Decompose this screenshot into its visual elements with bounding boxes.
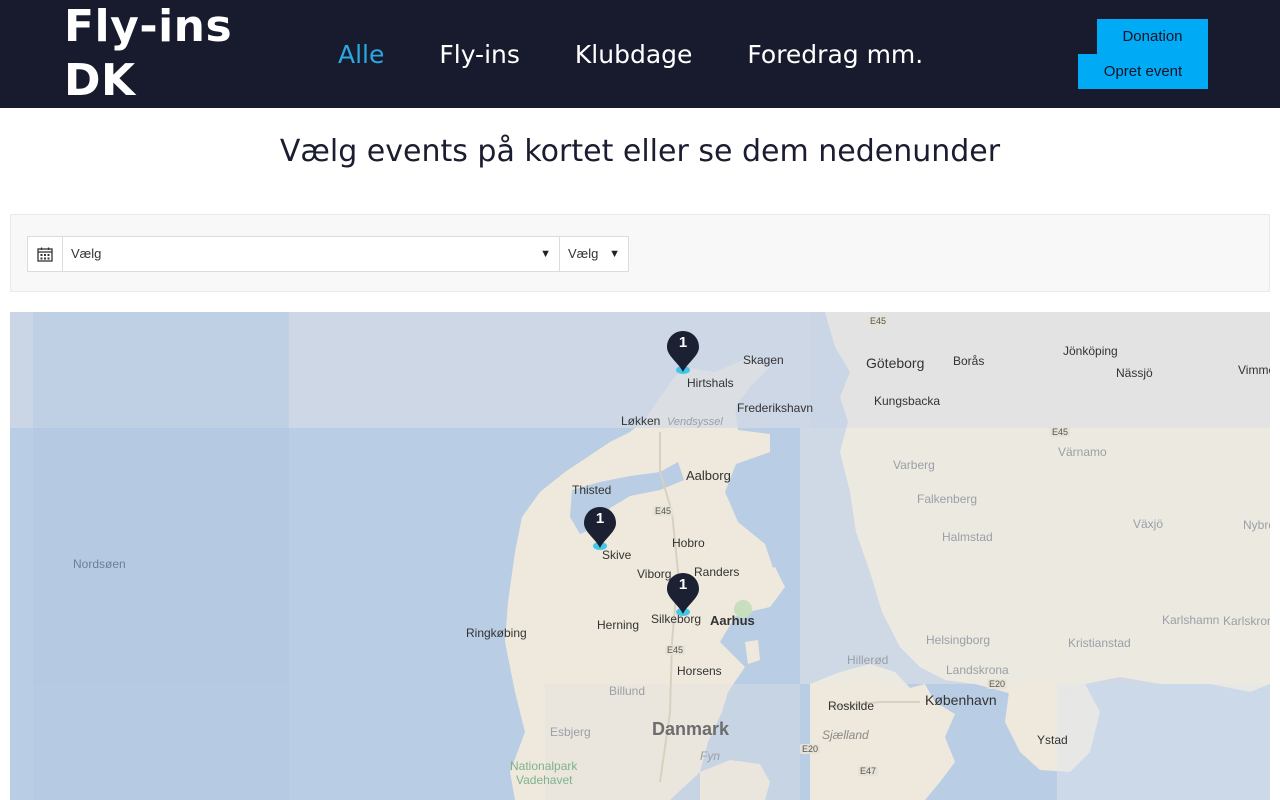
nav-item-fly-ins[interactable]: Fly-ins [439, 40, 520, 69]
city-label-nybro: Nybro [1243, 518, 1270, 532]
city-label-jonkoping: Jönköping [1063, 344, 1118, 358]
logo-line-1: Fly-ins [64, 1, 233, 52]
map-base [10, 312, 1270, 800]
road-shield: E45 [653, 506, 674, 516]
city-label-karlshamn: Karlshamn [1162, 613, 1220, 627]
road-shield: E45 [1050, 427, 1071, 437]
city-label-frederikshavn: Frederikshavn [737, 401, 814, 415]
sea-label: Nordsøen [73, 557, 126, 571]
city-label-horsens: Horsens [677, 664, 722, 678]
marker-count: 1 [595, 510, 605, 527]
chevron-down-icon: ▼ [540, 248, 551, 260]
city-label-aarhus: Aarhus [710, 613, 755, 628]
calendar-icon[interactable] [27, 236, 63, 272]
city-label-herning: Herning [597, 618, 640, 632]
event-marker[interactable]: 1 [666, 572, 700, 618]
road-shield: E20 [987, 679, 1008, 689]
site-header: Fly-ins DK Alle Fly-ins Klubdage Foredra… [0, 0, 1280, 108]
city-label-karlskrona: Karlskrona [1223, 614, 1270, 628]
events-map[interactable]: Nordsøen Danmark Skagen Hirtshals Freder… [10, 312, 1270, 800]
event-marker[interactable]: 1 [583, 506, 617, 552]
country-label: Danmark [652, 719, 730, 739]
donation-button[interactable]: Donation [1097, 19, 1208, 54]
city-label-randers: Randers [694, 565, 740, 579]
category-select-value: Vælg [568, 246, 599, 261]
filter-bar: Vælg ▼ Vælg ▼ [10, 214, 1270, 292]
park-label-1: Nationalpark [510, 759, 578, 773]
city-label-halmstad: Halmstad [942, 530, 993, 544]
city-label-goteborg: Göteborg [866, 355, 925, 371]
nav-item-foredrag[interactable]: Foredrag mm. [747, 40, 923, 69]
page-title: Vælg events på kortet eller se dem neden… [279, 134, 1001, 169]
city-label-aalborg: Aalborg [686, 468, 731, 483]
date-select[interactable]: Vælg ▼ [62, 236, 560, 272]
road-shield: E45 [665, 645, 686, 655]
city-label-lokken: Løkken [621, 414, 661, 428]
park-label-2: Vadehavet [516, 773, 573, 787]
main-nav: Alle Fly-ins Klubdage Foredrag mm. [338, 34, 978, 74]
city-label-ystad: Ystad [1037, 733, 1068, 747]
city-label-varnamo: Värnamo [1058, 445, 1107, 459]
road-shield: E20 [800, 744, 821, 754]
city-label-thisted: Thisted [572, 483, 612, 497]
city-label-hillerod: Hillerød [847, 653, 889, 667]
nav-item-klubdage[interactable]: Klubdage [575, 40, 693, 69]
create-event-button[interactable]: Opret event [1078, 54, 1208, 89]
category-select[interactable]: Vælg ▼ [559, 236, 629, 272]
city-label-kungsbacka: Kungsbacka [874, 394, 941, 408]
region-label-fyn: Fyn [700, 749, 721, 763]
city-label-vimmerby: Vimmerby [1238, 363, 1270, 377]
city-label-kobenhavn: København [925, 692, 997, 708]
road-shield: E47 [858, 766, 879, 776]
city-label-ringkobing: Ringkøbing [466, 626, 527, 640]
nav-item-alle[interactable]: Alle [338, 40, 384, 69]
city-label-skagen: Skagen [743, 353, 784, 367]
chevron-down-icon: ▼ [609, 248, 620, 260]
city-label-kristianstad: Kristianstad [1068, 636, 1131, 650]
event-marker[interactable]: 1 [666, 330, 700, 376]
city-label-boras: Borås [953, 354, 985, 368]
city-label-vaxjo: Växjö [1133, 517, 1164, 531]
city-label-billund: Billund [609, 684, 646, 698]
region-label-vendsyssel: Vendsyssel [667, 416, 723, 428]
marker-count: 1 [678, 576, 688, 593]
site-logo[interactable]: Fly-ins DK [64, 0, 284, 108]
city-label-varberg: Varberg [893, 458, 935, 472]
city-label-nassjo: Nässjö [1116, 366, 1153, 380]
city-label-landskrona: Landskrona [946, 663, 1009, 677]
city-label-roskilde: Roskilde [828, 699, 875, 713]
city-label-esbjerg: Esbjerg [550, 725, 591, 739]
date-select-value: Vælg [71, 246, 102, 261]
city-label-hirtshals: Hirtshals [687, 376, 734, 390]
road-shield: E45 [868, 316, 889, 326]
region-label-sjaelland: Sjælland [822, 728, 869, 742]
city-label-hobro: Hobro [672, 536, 705, 550]
logo-line-2: DK [64, 55, 136, 106]
city-label-helsingborg: Helsingborg [926, 633, 991, 647]
city-label-falkenberg: Falkenberg [917, 492, 978, 506]
marker-count: 1 [678, 334, 688, 351]
